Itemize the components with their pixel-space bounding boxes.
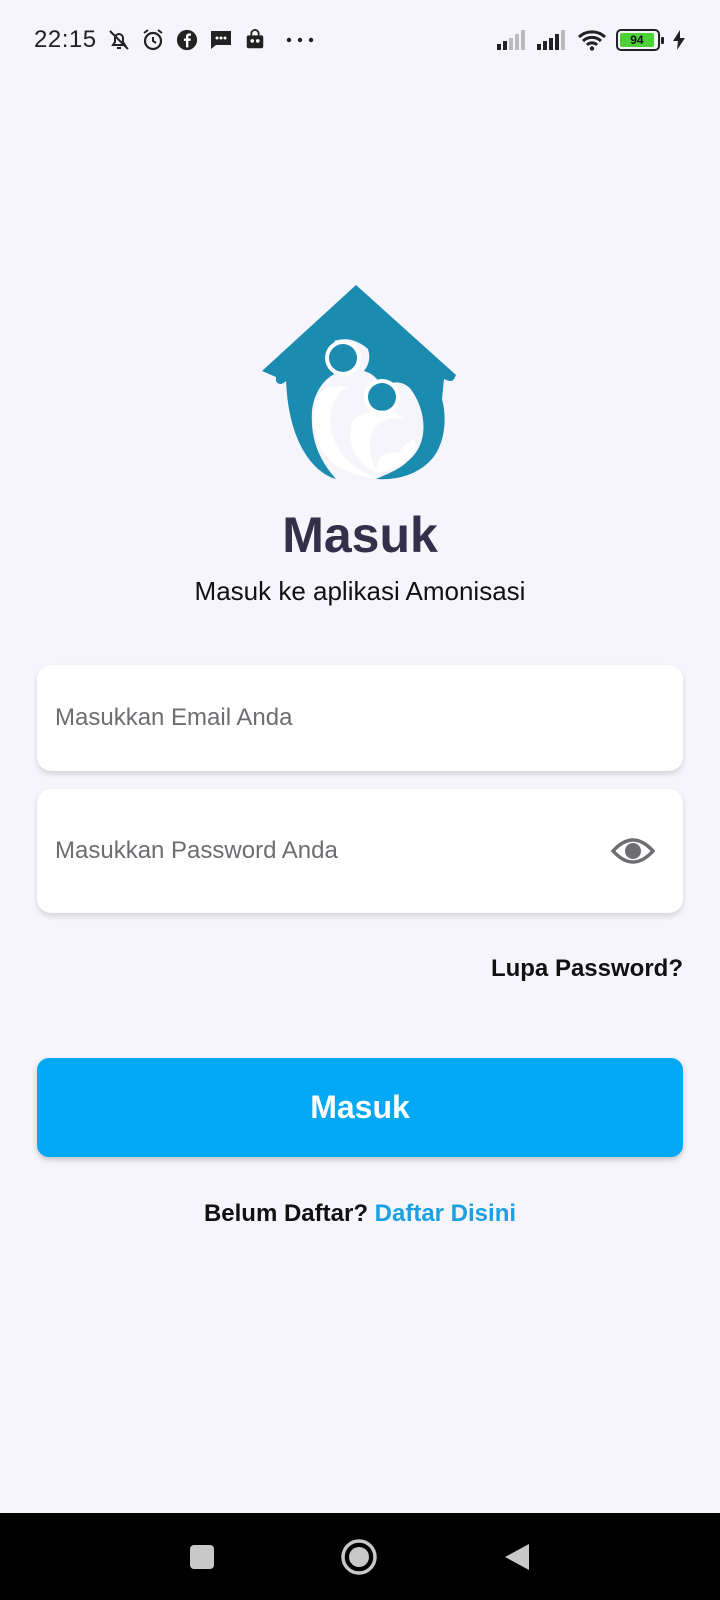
wifi-icon <box>576 28 608 52</box>
back-icon[interactable] <box>502 1542 532 1572</box>
message-icon <box>209 28 233 52</box>
notifications-off-icon <box>107 28 131 52</box>
battery-icon: 94 <box>616 29 664 51</box>
more-dots-icon <box>283 28 317 52</box>
page-subtitle: Masuk ke aplikasi Amonisasi <box>194 576 526 606</box>
signal-icon <box>496 28 528 52</box>
email-field-container[interactable] <box>37 665 683 771</box>
status-right: 94 <box>496 28 686 52</box>
status-time: 22:15 <box>34 26 97 53</box>
forgot-password-link[interactable]: Lupa Password? <box>491 955 683 983</box>
navigation-bar <box>0 1513 720 1600</box>
password-field[interactable] <box>55 837 611 865</box>
register-link[interactable]: Daftar Disini <box>375 1200 516 1227</box>
home-family-logo <box>258 283 462 488</box>
email-field[interactable] <box>55 704 665 732</box>
register-prompt: Belum Daftar? Daftar Disini <box>0 1200 720 1228</box>
password-field-container[interactable] <box>37 789 683 913</box>
status-bar: 22:15 94 <box>0 0 720 80</box>
login-button[interactable]: Masuk <box>37 1058 683 1157</box>
home-icon[interactable] <box>340 1538 378 1576</box>
alarm-icon <box>141 28 165 52</box>
status-left: 22:15 <box>34 26 317 54</box>
recent-apps-icon[interactable] <box>188 1543 216 1571</box>
shopping-bag-icon <box>243 28 267 52</box>
battery-level: 94 <box>620 33 654 47</box>
register-prefix: Belum Daftar? <box>203 1200 368 1227</box>
eye-icon[interactable] <box>610 835 656 867</box>
charging-icon <box>672 28 686 52</box>
facebook-icon <box>175 28 199 52</box>
signal-icon <box>536 28 568 52</box>
page-title: Masuk <box>282 507 438 563</box>
